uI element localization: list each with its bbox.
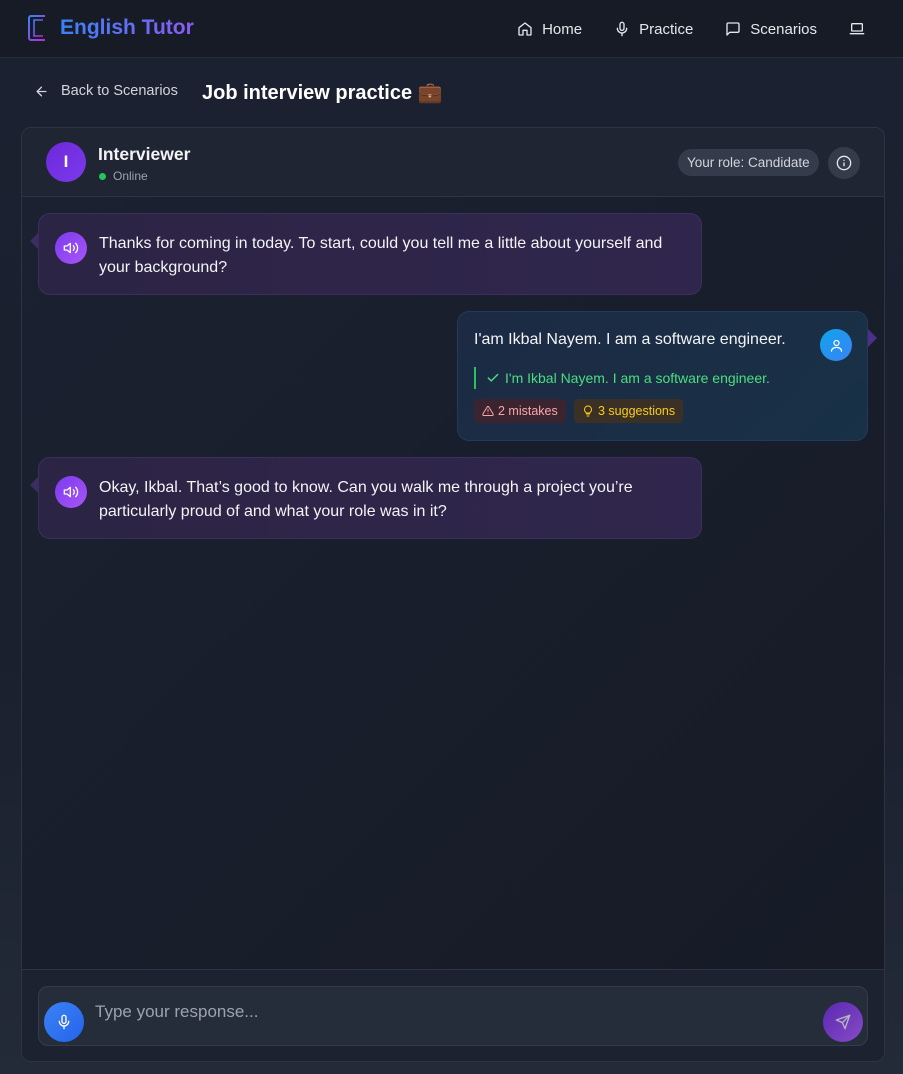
chat-icon bbox=[726, 22, 740, 36]
response-input[interactable] bbox=[95, 995, 795, 1029]
check-icon bbox=[487, 373, 499, 382]
send-icon bbox=[835, 1014, 851, 1030]
brand-name: English Tutor bbox=[60, 13, 194, 43]
speaker-icon bbox=[63, 486, 79, 498]
mic-icon bbox=[58, 1014, 70, 1030]
mistakes-badge[interactable]: 2 mistakes bbox=[474, 399, 566, 423]
nav-home-label: Home bbox=[542, 20, 583, 38]
online-dot-icon bbox=[99, 172, 106, 180]
record-button[interactable] bbox=[44, 1002, 84, 1042]
partner-avatar: I bbox=[46, 142, 86, 182]
mic-icon bbox=[616, 21, 628, 37]
composer bbox=[38, 986, 868, 1046]
role-badge: Your role: Candidate bbox=[678, 149, 819, 176]
speaker-icon bbox=[63, 242, 79, 254]
nav-practice[interactable]: Practice bbox=[614, 21, 693, 38]
nav-practice-label: Practice bbox=[639, 20, 694, 38]
laptop-icon bbox=[849, 23, 865, 35]
brand-logo-icon bbox=[28, 15, 45, 41]
bubble-tail bbox=[30, 476, 39, 494]
user-avatar bbox=[820, 329, 852, 361]
ai-message: Okay, Ikbal. That’s good to know. Can yo… bbox=[30, 457, 702, 539]
main-nav: Home Practice Scenarios bbox=[517, 0, 865, 58]
top-nav-bar: English Tutor Home Practice Scenarios bbox=[0, 0, 903, 58]
lightbulb-icon bbox=[584, 405, 592, 417]
send-button[interactable] bbox=[823, 1002, 863, 1042]
partner-name: Interviewer bbox=[98, 144, 191, 164]
info-button[interactable] bbox=[828, 147, 860, 179]
correction-label: I'm Ikbal Nayem. I am a software enginee… bbox=[505, 370, 770, 386]
mistakes-label: 2 mistakes bbox=[498, 404, 558, 418]
nav-scenarios-label: Scenarios bbox=[750, 20, 817, 38]
chat-header: I Interviewer Online Your role: Candidat… bbox=[22, 128, 884, 197]
nav-home[interactable]: Home bbox=[517, 21, 582, 38]
status-label: Online bbox=[113, 169, 148, 183]
back-to-scenarios-link[interactable]: Back to Scenarios bbox=[34, 83, 178, 99]
corrected-text: I'm Ikbal Nayem. I am a software enginee… bbox=[474, 367, 770, 389]
composer-area bbox=[22, 969, 884, 1061]
brand[interactable]: English Tutor bbox=[26, 13, 194, 43]
ai-message: Thanks for coming in today. To start, co… bbox=[30, 213, 702, 295]
arrow-left-icon bbox=[36, 86, 47, 96]
nav-laptop[interactable] bbox=[849, 21, 865, 37]
bubble-tail bbox=[30, 232, 39, 250]
ai-message-text: Okay, Ikbal. That’s good to know. Can yo… bbox=[99, 479, 633, 520]
chat-panel: I Interviewer Online Your role: Candidat… bbox=[21, 127, 885, 1062]
page-title: Job interview practice 💼 bbox=[202, 82, 443, 104]
suggestions-badge[interactable]: 3 suggestions bbox=[574, 399, 684, 423]
home-icon bbox=[518, 22, 532, 36]
partner-status: Online bbox=[99, 169, 148, 183]
suggestions-label: 3 suggestions bbox=[598, 404, 676, 418]
warning-icon bbox=[482, 405, 494, 416]
user-message-text: I'am Ikbal Nayem. I am a software engine… bbox=[474, 331, 786, 348]
user-message: I'am Ikbal Nayem. I am a software engine… bbox=[457, 311, 877, 441]
play-audio-button[interactable] bbox=[55, 232, 87, 264]
back-label: Back to Scenarios bbox=[61, 83, 178, 99]
play-audio-button[interactable] bbox=[55, 476, 87, 508]
message-list[interactable]: Thanks for coming in today. To start, co… bbox=[22, 197, 884, 969]
info-icon bbox=[836, 155, 852, 171]
user-icon bbox=[830, 339, 842, 352]
nav-scenarios[interactable]: Scenarios bbox=[725, 21, 817, 38]
ai-message-text: Thanks for coming in today. To start, co… bbox=[99, 235, 663, 276]
bubble-tail bbox=[868, 329, 877, 347]
